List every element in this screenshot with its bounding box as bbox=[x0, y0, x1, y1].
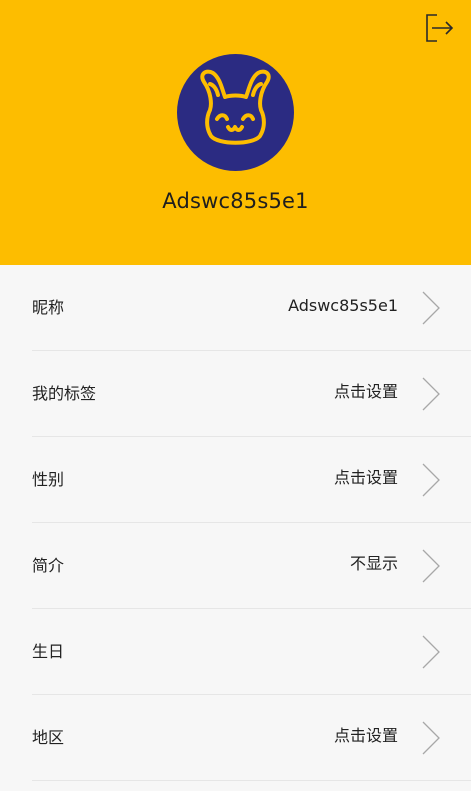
avatar[interactable] bbox=[177, 54, 294, 171]
username: Adswc85s5e1 bbox=[162, 189, 309, 213]
chevron-right-icon bbox=[421, 635, 441, 669]
setting-row-nickname[interactable]: 昵称 Adswc85s5e1 bbox=[0, 265, 471, 351]
setting-label: 我的标签 bbox=[32, 384, 97, 403]
profile-header: Adswc85s5e1 bbox=[0, 0, 471, 265]
setting-row-birthday[interactable]: 生日 bbox=[0, 609, 471, 695]
chevron-right-icon bbox=[421, 377, 441, 411]
setting-value: Adswc85s5e1 bbox=[288, 296, 398, 315]
setting-value: 点击设置 bbox=[333, 468, 398, 487]
setting-label: 生日 bbox=[32, 642, 65, 661]
chevron-right-icon bbox=[421, 549, 441, 583]
setting-label: 简介 bbox=[32, 556, 65, 575]
logout-icon bbox=[426, 14, 454, 42]
chevron-right-icon bbox=[421, 721, 441, 755]
setting-value: 点击设置 bbox=[333, 382, 398, 401]
chevron-right-icon bbox=[421, 463, 441, 497]
setting-row-tags[interactable]: 我的标签 点击设置 bbox=[0, 351, 471, 437]
setting-label: 地区 bbox=[32, 728, 65, 747]
setting-label: 性别 bbox=[32, 470, 65, 489]
setting-row-region[interactable]: 地区 点击设置 bbox=[0, 695, 471, 781]
settings-list: 昵称 Adswc85s5e1 我的标签 点击设置 性别 点击设置 简介 不显示 … bbox=[0, 265, 471, 791]
chevron-right-icon bbox=[421, 291, 441, 325]
setting-value: 点击设置 bbox=[333, 726, 398, 745]
bunny-face-icon bbox=[200, 69, 271, 145]
setting-value: 不显示 bbox=[349, 554, 398, 573]
logout-button[interactable] bbox=[422, 11, 456, 45]
setting-row-gender[interactable]: 性别 点击设置 bbox=[0, 437, 471, 523]
setting-row-bio[interactable]: 简介 不显示 bbox=[0, 523, 471, 609]
setting-label: 昵称 bbox=[32, 298, 65, 317]
